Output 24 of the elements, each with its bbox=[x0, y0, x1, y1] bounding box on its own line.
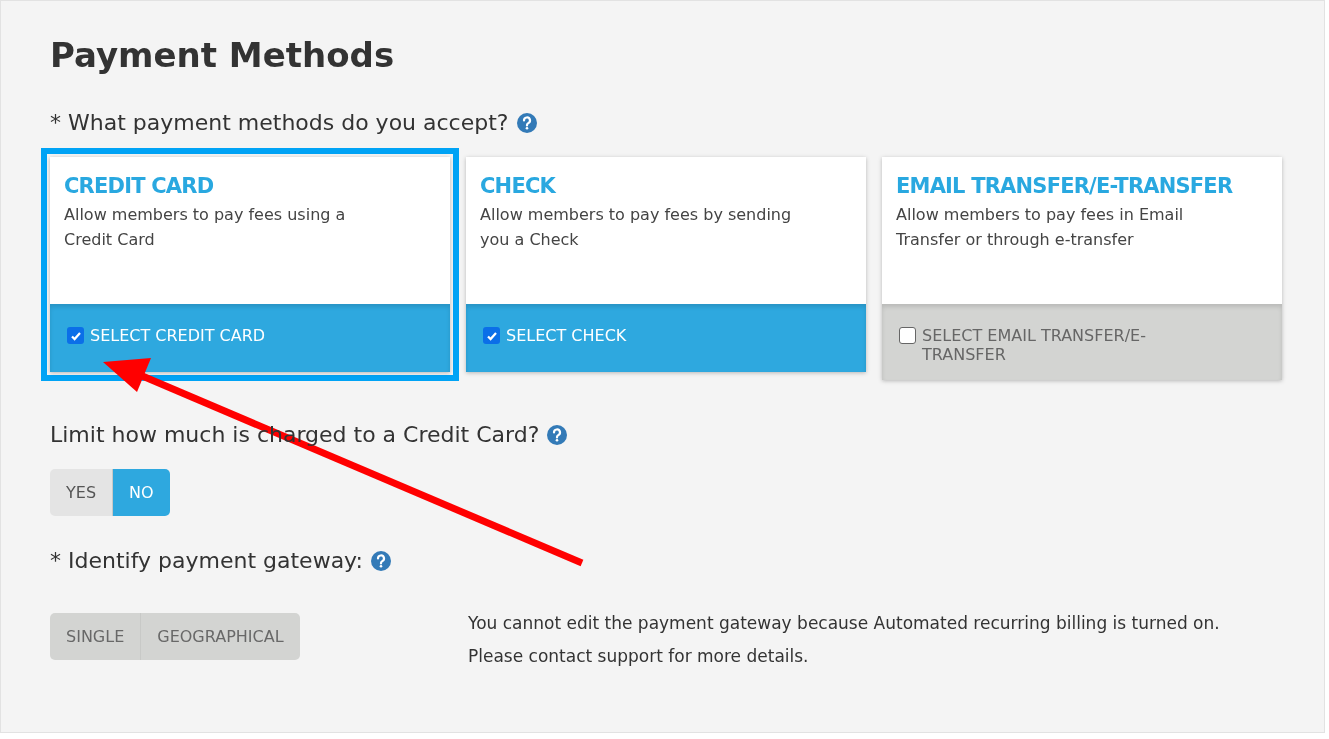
card-title: EMAIL TRANSFER/E-TRANSFER bbox=[896, 173, 1233, 200]
help-icon[interactable] bbox=[370, 550, 391, 571]
select-checkbox[interactable]: SELECT CREDIT CARD bbox=[50, 304, 450, 372]
payment-method-card[interactable]: CHECK Allow members to pay fees by sending you a Check SELECT CHECK bbox=[466, 157, 866, 372]
payment-method-card[interactable]: EMAIL TRANSFER/E-TRANSFER Allow members to pay fees in Email Transfer or through e-transfer SELECT EMAIL TRANSFER/E-TRANSFER bbox=[882, 157, 1282, 380]
checkbox-icon[interactable] bbox=[899, 327, 916, 344]
checkbox-icon[interactable] bbox=[483, 327, 500, 344]
help-icon[interactable] bbox=[516, 112, 537, 133]
card-title: CHECK bbox=[480, 173, 556, 200]
card-description: Allow members to pay fees by sending you a Check bbox=[480, 204, 793, 251]
card-description: Allow members to pay fees using a Credit Card bbox=[64, 204, 347, 251]
toggle-button[interactable]: YES bbox=[50, 469, 114, 516]
toggle-button[interactable]: NO bbox=[113, 469, 170, 516]
select-checkbox[interactable]: SELECT EMAIL TRANSFER/E-TRANSFER bbox=[882, 304, 1282, 380]
page-title: Payment Methods bbox=[50, 34, 395, 77]
question-label: * Identify payment gateway: bbox=[50, 547, 363, 575]
payment-method-card[interactable]: CREDIT CARD Allow members to pay fees using a Credit Card SELECT CREDIT CARD bbox=[50, 157, 450, 372]
card-title: CREDIT CARD bbox=[64, 173, 214, 200]
select-checkbox[interactable]: SELECT CHECK bbox=[466, 304, 866, 372]
card-description: Allow members to pay fees in Email Transfer or through e-transfer bbox=[896, 204, 1185, 251]
gateway-note: You cannot edit the payment gateway because Automated recurring billing is turned on. Please contact support for more details. bbox=[468, 612, 1221, 668]
help-icon[interactable] bbox=[547, 424, 568, 445]
question-label: * What payment methods do you accept? bbox=[50, 109, 509, 137]
checkbox-icon[interactable] bbox=[67, 327, 84, 344]
